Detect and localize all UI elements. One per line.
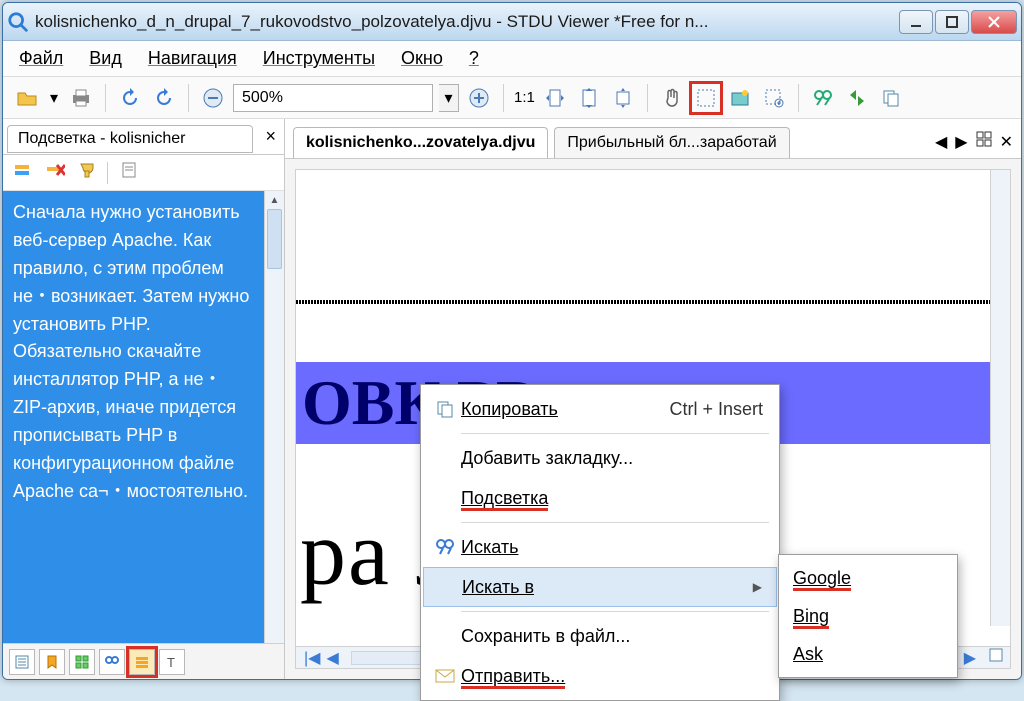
doc-tab-nav: ◀ ▶ ✕ [935, 131, 1013, 158]
vertical-scrollbar[interactable] [990, 170, 1010, 626]
menu-view[interactable]: Вид [89, 48, 122, 69]
zoom-dropdown[interactable]: ▾ [439, 84, 459, 112]
context-search[interactable]: Искать [423, 527, 777, 567]
highlight-export-icon[interactable] [120, 161, 138, 184]
tab-close-icon[interactable]: ✕ [1000, 132, 1013, 152]
open-button[interactable] [13, 84, 41, 112]
menu-bar: Файл Вид Навигация Инструменты Окно ? [3, 41, 1021, 77]
tab-bookmarks-icon[interactable] [39, 649, 65, 675]
search-in-submenu: Google Bing Ask [778, 554, 958, 678]
select-tool-button[interactable] [692, 84, 720, 112]
nav-arrows-button[interactable] [843, 84, 871, 112]
context-copy[interactable]: Копировать Ctrl + Insert [423, 389, 777, 429]
submenu-google[interactable]: Google [781, 559, 955, 597]
close-button[interactable] [971, 10, 1017, 34]
context-add-bookmark[interactable]: Добавить закладку... [423, 438, 777, 478]
side-panel-tab[interactable]: Подсветка - kolisnicher [7, 125, 253, 153]
submenu-google-label: Google [793, 568, 851, 589]
menu-navigation[interactable]: Навигация [148, 48, 237, 69]
tab-thumbnails-icon[interactable] [69, 649, 95, 675]
minimize-button[interactable] [899, 10, 933, 34]
highlight-item[interactable]: Сначала нужно установить веб-сервер Apac… [3, 191, 264, 643]
tab-highlights-icon[interactable] [129, 649, 155, 675]
window-title: kolisnichenko_d_n_drupal_7_rukovodstvo_p… [35, 12, 899, 32]
app-icon [7, 11, 29, 33]
zoom-in-button[interactable] [465, 84, 493, 112]
highlight-add-icon[interactable] [13, 161, 33, 184]
window-controls [899, 10, 1017, 34]
envelope-icon [429, 668, 461, 684]
context-send-label: Отправить... [461, 666, 763, 687]
context-save-label: Сохранить в файл... [461, 626, 763, 647]
submenu-bing[interactable]: Bing [781, 597, 955, 635]
prev-page-icon[interactable]: ◀ [326, 648, 338, 668]
open-dropdown[interactable]: ▾ [47, 84, 61, 112]
tab-text-icon[interactable]: T [159, 649, 185, 675]
marquee-zoom-button[interactable] [760, 84, 788, 112]
side-panel-tab-bar: Подсветка - kolisnicher × [3, 119, 284, 155]
zoom-controls: 500% ▾ [199, 84, 493, 112]
fit-page-button[interactable] [575, 84, 603, 112]
tab-search-icon[interactable] [99, 649, 125, 675]
fit-width-button[interactable] [541, 84, 569, 112]
tab-grid-icon[interactable] [976, 131, 992, 152]
submenu-bing-label: Bing [793, 606, 829, 627]
side-bottom-tabs: T [3, 643, 284, 679]
print-button[interactable] [67, 84, 95, 112]
hand-tool-button[interactable] [658, 84, 686, 112]
find-button[interactable] [809, 84, 837, 112]
snapshot-button[interactable] [726, 84, 754, 112]
context-save-to-file[interactable]: Сохранить в файл... [423, 616, 777, 656]
page-rule-line [296, 300, 1010, 304]
submenu-ask-label: Ask [793, 644, 823, 665]
page-layout-icon[interactable] [982, 647, 1010, 668]
tab-contents-icon[interactable] [9, 649, 35, 675]
document-tabs: kolisnichenko...zovatelya.djvu Прибыльны… [285, 119, 1021, 159]
doc-tab-1[interactable]: kolisnichenko...zovatelya.djvu [293, 127, 548, 158]
context-menu: Копировать Ctrl + Insert Добавить заклад… [420, 384, 780, 701]
context-copy-label: Копировать [461, 399, 669, 420]
side-scrollbar[interactable]: ▲ [264, 191, 284, 643]
context-highlight-label: Подсветка [461, 488, 763, 509]
highlight-filter-icon[interactable] [77, 161, 95, 184]
menu-tools[interactable]: Инструменты [263, 48, 375, 69]
context-search-in-label: Искать в [462, 577, 753, 598]
highlight-list: Сначала нужно установить веб-сервер Apac… [3, 191, 284, 643]
context-copy-shortcut: Ctrl + Insert [669, 399, 763, 420]
zoom-out-button[interactable] [199, 84, 227, 112]
maximize-button[interactable] [935, 10, 969, 34]
toolbar: ▾ 500% ▾ 1:1 [3, 77, 1021, 119]
highlight-delete-icon[interactable] [45, 161, 65, 184]
rotate-left-button[interactable] [116, 84, 144, 112]
side-panel: Подсветка - kolisnicher × Сначала нужно … [3, 119, 285, 679]
svg-text:T: T [167, 655, 175, 670]
context-add-bookmark-label: Добавить закладку... [461, 448, 763, 469]
actual-size-button[interactable]: 1:1 [514, 84, 535, 112]
menu-help[interactable]: ? [469, 48, 479, 69]
next-page-icon[interactable]: ▶ [958, 648, 982, 668]
side-panel-tools [3, 155, 284, 191]
zoom-input[interactable]: 500% [233, 84, 433, 112]
doc-tab-2[interactable]: Прибыльный бл...заработай [554, 127, 789, 158]
rotate-right-button[interactable] [150, 84, 178, 112]
submenu-ask[interactable]: Ask [781, 635, 955, 673]
tab-prev-icon[interactable]: ◀ [935, 132, 947, 152]
binoculars-icon [429, 537, 461, 557]
side-panel-close[interactable]: × [257, 126, 284, 147]
fit-height-button[interactable] [609, 84, 637, 112]
menu-window[interactable]: Окно [401, 48, 443, 69]
copy-icon [429, 399, 461, 419]
tab-next-icon[interactable]: ▶ [955, 132, 967, 152]
context-search-in[interactable]: Искать в ▶ [423, 567, 777, 607]
copy-icon[interactable] [877, 84, 905, 112]
context-send[interactable]: Отправить... [423, 656, 777, 696]
submenu-arrow-icon: ▶ [753, 580, 762, 594]
first-page-icon[interactable]: |◀ [304, 648, 320, 668]
title-bar: kolisnichenko_d_n_drupal_7_rukovodstvo_p… [3, 3, 1021, 41]
zoom-value: 500% [242, 89, 283, 107]
context-highlight[interactable]: Подсветка [423, 478, 777, 518]
menu-file[interactable]: Файл [19, 48, 63, 69]
context-search-label: Искать [461, 537, 763, 558]
